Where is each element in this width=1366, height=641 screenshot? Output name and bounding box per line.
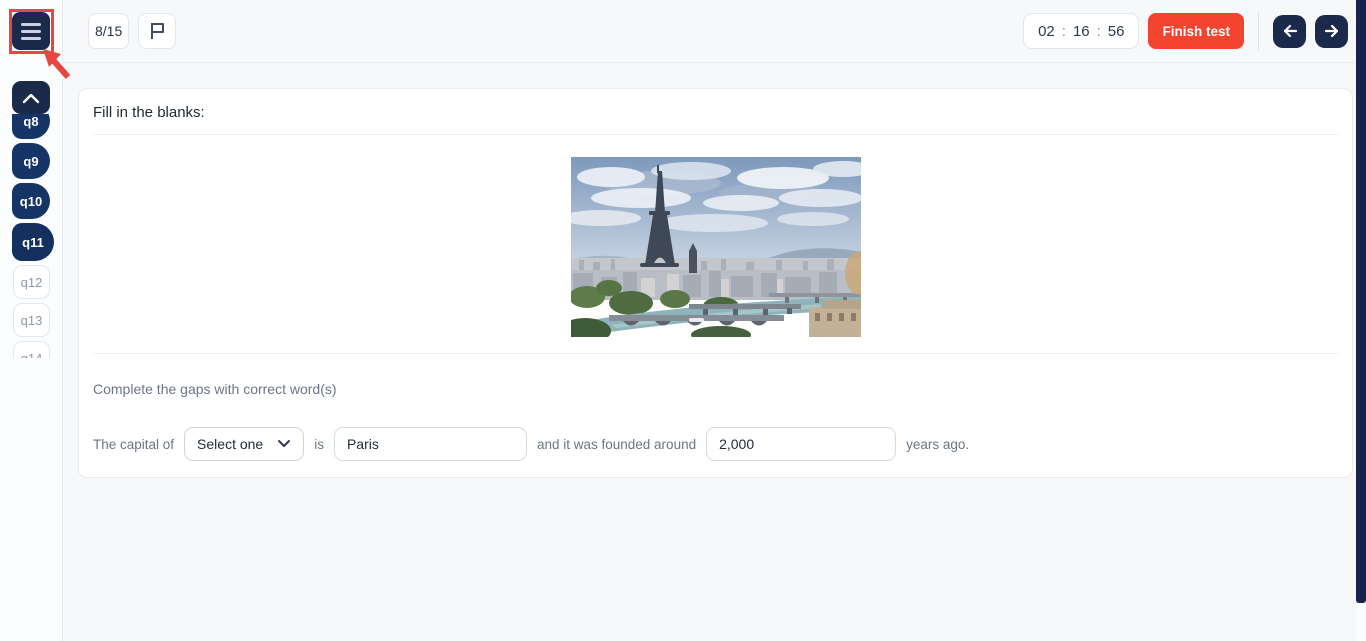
flag-question-button[interactable] [138, 13, 176, 49]
menu-button[interactable] [12, 12, 50, 50]
sentence-text: The capital of [93, 437, 174, 452]
timer-separator: : [1097, 23, 1101, 40]
chevron-down-icon [277, 439, 291, 449]
question-list: q8 q9 q10 q11 q12 q13 q14 [12, 114, 62, 358]
scrollbar-thumb[interactable] [1356, 0, 1366, 603]
question-sidebar: q8 q9 q10 q11 q12 q13 q14 [0, 0, 63, 641]
top-toolbar: 8/15 02 : 16 : 56 Finish test [64, 0, 1356, 63]
divider [93, 353, 1338, 354]
capital-answer-input[interactable] [334, 427, 527, 461]
question-counter-badge: 8/15 [88, 13, 129, 49]
question-pill-q10[interactable]: q10 [12, 183, 50, 219]
question-pill-q9[interactable]: q9 [12, 143, 50, 179]
timer-hours: 02 [1038, 23, 1055, 40]
question-pill-q8[interactable]: q8 [12, 114, 50, 139]
question-card: Fill in the blanks: [78, 88, 1353, 478]
sentence-text: is [314, 437, 324, 452]
paris-cityscape-image [571, 157, 861, 337]
toolbar-divider [1258, 12, 1259, 50]
previous-question-button[interactable] [1273, 15, 1306, 48]
timer-seconds: 56 [1108, 23, 1125, 40]
question-pill-q12[interactable]: q12 [13, 265, 50, 299]
instruction-text: Complete the gaps with correct word(s) [93, 381, 1338, 397]
flag-icon [147, 20, 167, 42]
country-select[interactable]: Select one [184, 427, 304, 461]
fill-blanks-sentence: The capital of Select one is and it was … [93, 427, 1338, 461]
select-value: Select one [197, 436, 263, 452]
arrow-left-icon [1279, 20, 1301, 42]
page-scrollbar[interactable] [1356, 0, 1366, 641]
question-pill-q13[interactable]: q13 [13, 303, 50, 337]
timer-minutes: 16 [1073, 23, 1090, 40]
timer: 02 : 16 : 56 [1023, 13, 1139, 49]
question-pill-q11-current[interactable]: q11 [12, 223, 54, 261]
question-title: Fill in the blanks: [93, 104, 1338, 121]
sentence-text: and it was founded around [537, 437, 696, 452]
scroll-questions-up-button[interactable] [12, 81, 50, 114]
next-question-button[interactable] [1315, 15, 1348, 48]
hamburger-icon [21, 23, 41, 26]
sentence-text: years ago. [906, 437, 969, 452]
years-answer-input[interactable] [706, 427, 896, 461]
divider [93, 134, 1338, 135]
question-pill-q14[interactable]: q14 [13, 341, 50, 358]
timer-separator: : [1062, 23, 1066, 40]
arrow-right-icon [1321, 20, 1343, 42]
chevron-up-icon [19, 90, 43, 106]
finish-test-button[interactable]: Finish test [1148, 13, 1244, 49]
main-area: 8/15 02 : 16 : 56 Finish test [64, 0, 1356, 641]
